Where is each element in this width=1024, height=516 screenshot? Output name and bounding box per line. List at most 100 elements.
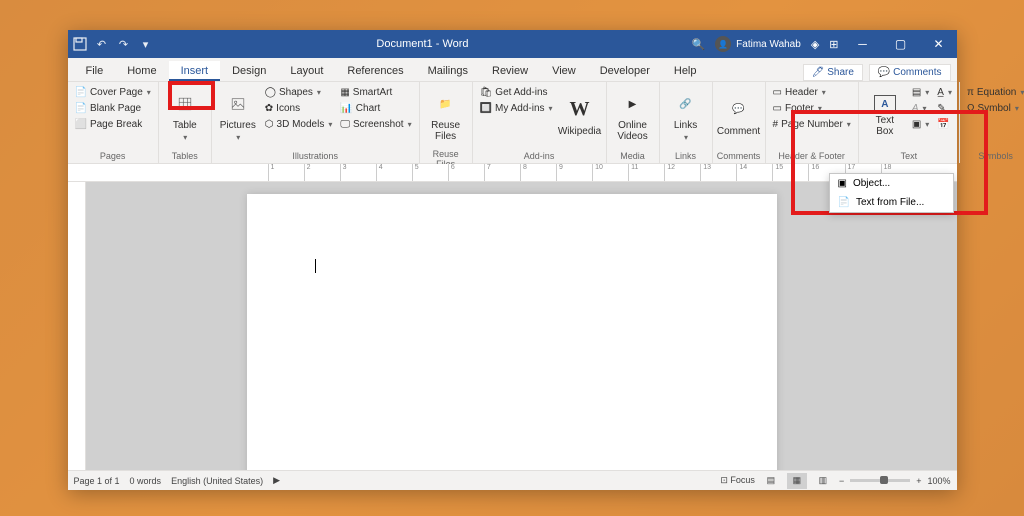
object-icon: ▣ <box>912 119 921 130</box>
links-button[interactable]: 🔗Links▾ <box>664 85 708 147</box>
undo-icon[interactable]: ↶ <box>94 36 110 52</box>
print-layout-icon[interactable]: ▦ <box>787 473 807 489</box>
tab-developer[interactable]: Developer <box>588 61 662 81</box>
equation-icon: π <box>967 87 974 98</box>
tab-insert[interactable]: Insert <box>169 61 221 81</box>
wordart-button[interactable]: A▾ <box>909 101 932 116</box>
comments-button[interactable]: 💬 Comments <box>869 64 951 81</box>
page-icon: 📄 <box>75 87 87 98</box>
tab-home[interactable]: Home <box>115 61 168 81</box>
minimize-button[interactable]: ─ <box>849 34 877 54</box>
symbol-icon: Ω <box>967 103 974 114</box>
group-illustrations: Pictures▾ ◯Shapes▾ ✿Icons ⬡3D Models▾ ▦S… <box>212 82 420 163</box>
table-icon <box>171 90 199 118</box>
avatar-icon: 👤 <box>715 36 731 52</box>
wordart-icon: A <box>912 103 919 114</box>
date-time-button[interactable]: 📅 <box>934 117 955 132</box>
vertical-ruler[interactable] <box>68 182 86 470</box>
drop-cap-button[interactable]: A̲▾ <box>934 85 955 100</box>
smartart-button[interactable]: ▦SmartArt <box>337 85 414 100</box>
redo-icon[interactable]: ↷ <box>116 36 132 52</box>
group-header-footer: ▭Header▾ ▭Footer▾ #Page Number▾ Header &… <box>766 82 859 163</box>
blank-page-button[interactable]: 📄Blank Page <box>72 101 154 116</box>
tab-help[interactable]: Help <box>662 61 709 81</box>
search-icon[interactable]: 🔍 <box>691 38 705 51</box>
header-button[interactable]: ▭Header▾ <box>770 85 854 100</box>
addin-icon: 🔲 <box>480 103 492 114</box>
online-videos-button[interactable]: ▶Online Videos <box>611 85 655 147</box>
page-number-button[interactable]: #Page Number▾ <box>770 117 854 132</box>
comment-button[interactable]: 💬Comment <box>717 85 761 147</box>
text-cursor <box>315 259 316 273</box>
footer-icon: ▭ <box>773 103 782 114</box>
web-layout-icon[interactable]: ▥ <box>813 473 833 489</box>
user-account[interactable]: 👤 Fatima Wahab <box>715 36 801 52</box>
equation-button[interactable]: πEquation▾ <box>964 85 1024 100</box>
display-icon[interactable]: ⊞ <box>829 38 838 51</box>
horizontal-ruler[interactable]: 123456789101112131415161718 <box>68 164 957 182</box>
chart-button[interactable]: 📊Chart <box>337 101 414 116</box>
smartart-icon: ▦ <box>340 87 349 98</box>
ribbon-tabs: File Home Insert Design Layout Reference… <box>68 58 957 82</box>
page[interactable] <box>247 194 777 470</box>
footer-button[interactable]: ▭Footer▾ <box>770 101 854 116</box>
tab-layout[interactable]: Layout <box>278 61 335 81</box>
save-icon[interactable] <box>72 36 88 52</box>
video-icon: ▶ <box>619 90 647 118</box>
reuse-files-button[interactable]: 📁Reuse Files <box>424 85 468 147</box>
3d-models-button[interactable]: ⬡3D Models▾ <box>262 117 336 132</box>
focus-mode[interactable]: ⊡ Focus <box>720 475 755 486</box>
pictures-button[interactable]: Pictures▾ <box>216 85 260 147</box>
close-button[interactable]: ✕ <box>925 34 953 54</box>
pagenum-icon: # <box>773 119 779 130</box>
share-button[interactable]: 🖊 Share <box>803 64 863 81</box>
text-box-button[interactable]: AText Box <box>863 85 907 147</box>
zoom-in[interactable]: + <box>916 476 921 486</box>
group-symbols: πEquation▾ ΩSymbol▾ Symbols <box>960 82 1024 163</box>
object-menu-item[interactable]: ▣Object... <box>830 174 953 193</box>
tab-design[interactable]: Design <box>220 61 278 81</box>
language-indicator[interactable]: English (United States) <box>171 476 263 486</box>
gem-icon[interactable]: ◈ <box>811 38 819 51</box>
my-addins-button[interactable]: 🔲My Add-ins▾ <box>477 101 556 116</box>
page-icon: 📄 <box>75 103 87 114</box>
ribbon: 📄Cover Page▾ 📄Blank Page ⬜Page Break Pag… <box>68 82 957 164</box>
dropcap-icon: A̲ <box>937 87 944 98</box>
table-button[interactable]: Table▾ <box>163 85 207 147</box>
reuse-icon: 📁 <box>432 90 460 118</box>
zoom-slider[interactable] <box>850 479 910 482</box>
symbol-button[interactable]: ΩSymbol▾ <box>964 101 1024 116</box>
tab-references[interactable]: References <box>335 61 415 81</box>
shapes-button[interactable]: ◯Shapes▾ <box>262 85 336 100</box>
tab-file[interactable]: File <box>74 61 116 81</box>
word-count[interactable]: 0 words <box>130 476 162 486</box>
document-title: Document1 - Word <box>154 38 692 50</box>
object-button[interactable]: ▣▾ <box>909 117 932 132</box>
textbox-icon: A <box>874 95 896 113</box>
read-mode-icon[interactable]: ▤ <box>761 473 781 489</box>
macro-icon[interactable]: ▶ <box>273 475 280 486</box>
tab-mailings[interactable]: Mailings <box>416 61 480 81</box>
comment-icon: 💬 <box>725 96 753 124</box>
object-dropdown: ▣Object... 📄Text from File... <box>829 173 954 213</box>
wikipedia-button[interactable]: WWikipedia <box>558 85 602 147</box>
screenshot-button[interactable]: 🖵Screenshot▾ <box>337 117 414 132</box>
parts-icon: ▤ <box>912 87 921 98</box>
page-break-button[interactable]: ⬜Page Break <box>72 117 154 132</box>
tab-review[interactable]: Review <box>480 61 540 81</box>
zoom-out[interactable]: − <box>839 476 844 486</box>
signature-button[interactable]: ✎ <box>934 101 955 116</box>
maximize-button[interactable]: ▢ <box>887 34 915 54</box>
header-icon: ▭ <box>773 87 782 98</box>
zoom-level[interactable]: 100% <box>927 476 950 486</box>
icons-button[interactable]: ✿Icons <box>262 101 336 116</box>
quick-parts-button[interactable]: ▤▾ <box>909 85 932 100</box>
date-icon: 📅 <box>937 119 949 130</box>
group-addins: 🛍Get Add-ins 🔲My Add-ins▾ WWikipedia Add… <box>473 82 607 163</box>
qat-dropdown-icon[interactable]: ▾ <box>138 36 154 52</box>
page-indicator[interactable]: Page 1 of 1 <box>74 476 120 486</box>
get-addins-button[interactable]: 🛍Get Add-ins <box>477 85 556 100</box>
cover-page-button[interactable]: 📄Cover Page▾ <box>72 85 154 100</box>
text-from-file-menu-item[interactable]: 📄Text from File... <box>830 193 953 212</box>
tab-view[interactable]: View <box>540 61 588 81</box>
